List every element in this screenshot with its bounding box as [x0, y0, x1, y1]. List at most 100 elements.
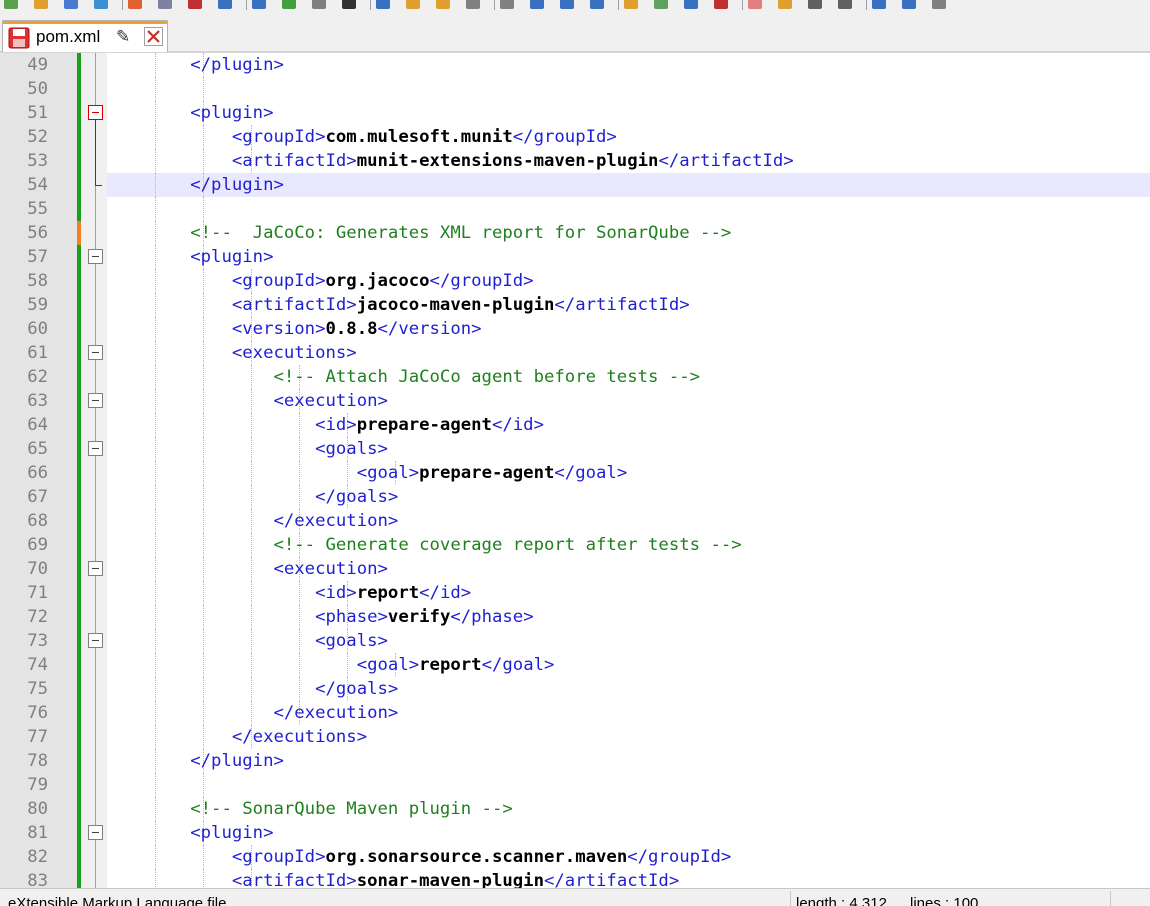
- indent-guide: [155, 77, 156, 101]
- toolbar-button-icon[interactable]: [466, 0, 480, 9]
- document-lines: lines : 100: [910, 895, 979, 906]
- xml-value: report: [419, 655, 482, 675]
- toolbar-button-icon[interactable]: [590, 0, 604, 9]
- line-content: <!-- Generate coverage report after test…: [107, 533, 741, 557]
- toolbar-button-icon[interactable]: [406, 0, 420, 9]
- fold-toggle-icon[interactable]: [88, 825, 103, 840]
- toolbar-button-icon[interactable]: [312, 0, 326, 9]
- line-content: </goals>: [107, 485, 398, 509]
- toolbar-button-icon[interactable]: [530, 0, 544, 9]
- xml-tag: <id>: [107, 583, 357, 603]
- toolbar-button-icon[interactable]: [436, 0, 450, 9]
- fold-toggle-icon[interactable]: [88, 561, 103, 576]
- xml-tag: <plugin>: [107, 247, 274, 267]
- line-number: 79: [27, 775, 48, 795]
- toolbar-button-icon[interactable]: [4, 0, 18, 9]
- line-content: <phase>verify</phase>: [107, 605, 534, 629]
- line-content: <goal>prepare-agent</goal>: [107, 461, 628, 485]
- xml-tag: </execution>: [107, 703, 399, 723]
- line-number: 63: [27, 391, 48, 411]
- document-length: length : 4,312: [796, 895, 887, 906]
- line-number: 71: [27, 583, 48, 603]
- fold-toggle-icon[interactable]: [88, 393, 103, 408]
- status-divider: [1110, 891, 1111, 906]
- line-content: </plugin>: [107, 173, 284, 197]
- line-content: <artifactId>sonar-maven-plugin</artifact…: [107, 869, 679, 888]
- toolbar-button-icon[interactable]: [34, 0, 48, 9]
- line-content: <goals>: [107, 437, 388, 461]
- fold-toggle-icon[interactable]: [88, 633, 103, 648]
- xml-tag: </artifactId>: [543, 871, 680, 888]
- xml-tag: <goals>: [107, 631, 388, 651]
- unsaved-file-icon: [8, 27, 30, 49]
- fold-toggle-icon[interactable]: [88, 249, 103, 264]
- xml-tag: <artifactId>: [107, 871, 357, 888]
- xml-tag: </artifactId>: [554, 295, 690, 315]
- xml-value: report: [356, 583, 420, 603]
- code-editor[interactable]: 49 </plugin> 50 51 <plugin> 52 <groupId>com…: [0, 53, 1150, 888]
- toolbar-button-icon[interactable]: [808, 0, 822, 9]
- fold-toggle-icon[interactable]: [88, 441, 103, 456]
- xml-value: com.mulesoft.munit: [325, 127, 513, 147]
- xml-value: 0.8.8: [325, 319, 378, 339]
- xml-tag: <execution>: [107, 391, 388, 411]
- toolbar-button-icon[interactable]: [158, 0, 172, 9]
- xml-tag: </id>: [419, 583, 472, 603]
- toolbar-button-icon[interactable]: [94, 0, 108, 9]
- toolbar-button-icon[interactable]: [188, 0, 202, 9]
- indent-guide: [155, 773, 156, 797]
- line-number: 68: [27, 511, 48, 531]
- line-number: 50: [27, 79, 48, 99]
- toolbar-button-icon[interactable]: [872, 0, 886, 9]
- xml-value: prepare-agent: [419, 463, 555, 483]
- pin-icon[interactable]: ✎: [116, 27, 130, 47]
- toolbar-button-icon[interactable]: [932, 0, 946, 9]
- xml-tag: <id>: [107, 415, 357, 435]
- toolbar-button-icon[interactable]: [684, 0, 698, 9]
- toolbar-separator: [370, 0, 371, 10]
- tab-pom-xml[interactable]: pom.xml ✎: [2, 20, 168, 52]
- xml-tag: </execution>: [107, 511, 399, 531]
- line-content: <version>0.8.8</version>: [107, 317, 482, 341]
- fold-toggle-icon[interactable]: [88, 105, 103, 120]
- line-number: 70: [27, 559, 48, 579]
- toolbar-button-icon[interactable]: [748, 0, 762, 9]
- line-content: <goals>: [107, 629, 388, 653]
- toolbar-button-icon[interactable]: [714, 0, 728, 9]
- line-number: 58: [27, 271, 48, 291]
- toolbar-button-icon[interactable]: [252, 0, 266, 9]
- toolbar-button-icon[interactable]: [218, 0, 232, 9]
- indent-guide: [203, 77, 204, 101]
- toolbar-button-icon[interactable]: [64, 0, 78, 9]
- line-number: 65: [27, 439, 48, 459]
- xml-tag: <artifactId>: [107, 295, 357, 315]
- toolbar-button-icon[interactable]: [778, 0, 792, 9]
- xml-tag: <groupId>: [107, 127, 326, 147]
- toolbar-button-icon[interactable]: [282, 0, 296, 9]
- toolbar-button-icon[interactable]: [376, 0, 390, 9]
- close-icon[interactable]: [144, 27, 163, 46]
- line-content: <groupId>com.mulesoft.munit</groupId>: [107, 125, 617, 149]
- toolbar-button-icon[interactable]: [654, 0, 668, 9]
- line-content: <executions>: [107, 341, 357, 365]
- line-content: <!-- Attach JaCoCo agent before tests --…: [107, 365, 700, 389]
- tab-label: pom.xml: [36, 27, 101, 46]
- line-number: 80: [27, 799, 48, 819]
- xml-comment: <!-- JaCoCo: Generates XML report for So…: [107, 223, 732, 243]
- toolbar-button-icon[interactable]: [128, 0, 142, 9]
- line-content: <execution>: [107, 557, 387, 581]
- toolbar-button-icon[interactable]: [624, 0, 638, 9]
- fold-margin[interactable]: [81, 53, 107, 888]
- line-number: 59: [27, 295, 48, 315]
- indent-guide: [155, 197, 156, 221]
- fold-end-marker: [95, 185, 102, 186]
- fold-toggle-icon[interactable]: [88, 345, 103, 360]
- toolbar-button-icon[interactable]: [838, 0, 852, 9]
- toolbar-button-icon[interactable]: [500, 0, 514, 9]
- toolbar-button-icon[interactable]: [342, 0, 356, 9]
- line-number: 57: [27, 247, 48, 267]
- xml-tag: </plugin>: [107, 175, 284, 195]
- line-content: </plugin>: [107, 53, 284, 77]
- toolbar-button-icon[interactable]: [560, 0, 574, 9]
- toolbar-button-icon[interactable]: [902, 0, 916, 9]
